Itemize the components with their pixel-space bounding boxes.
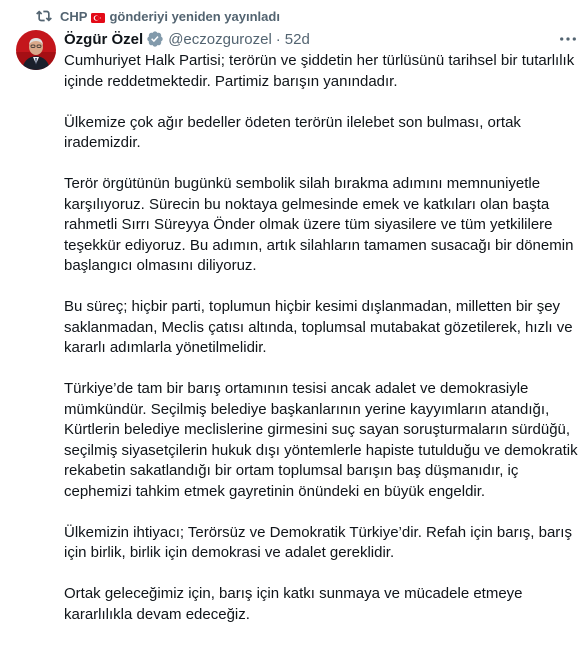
turkey-flag-icon [91, 11, 106, 23]
tweet-header: Özgür Özel @eczozgurozel · 52d [64, 28, 578, 50]
avatar[interactable] [16, 30, 56, 70]
tweet[interactable]: CHP gönderiyi yeniden yayınladı Özgür Öz… [0, 0, 586, 636]
tweet-paragraph: Ülkemizin ihtiyacı; Terörsüz ve Demokrat… [64, 523, 572, 562]
handle[interactable]: @eczozgurozel [168, 31, 272, 48]
repost-account[interactable]: CHP [60, 9, 87, 24]
tweet-content: Özgür Özel @eczozgurozel · 52d Cumhuriye… [64, 28, 578, 646]
tweet-paragraph: Bu süreç; hiçbir parti, toplumun hiçbir … [64, 298, 573, 356]
tweet-text: Cumhuriyet Halk Partisi; terörün ve şidd… [64, 51, 578, 625]
repost-icon [36, 8, 52, 24]
tweet-paragraph: Terör örgütünün bugünkü sembolik silah b… [64, 175, 574, 274]
tweet-paragraph: Ülkemize çok ağır bedeller ödeten terörü… [64, 113, 521, 152]
verified-badge-icon[interactable] [146, 30, 164, 48]
tweet-paragraph: Ortak geleceğimiz için, barış için katkı… [64, 585, 523, 623]
more-options-icon[interactable] [558, 30, 578, 48]
repost-action: gönderiyi yeniden yayınladı [109, 8, 280, 24]
timestamp[interactable]: 52d [285, 31, 310, 48]
tweet-paragraph: Cumhuriyet Halk Partisi; terörün ve şidd… [64, 52, 575, 90]
separator-dot: · [275, 30, 281, 48]
tweet-paragraph: Türkiye’de tam bir barış ortamının tesis… [64, 380, 578, 500]
display-name[interactable]: Özgür Özel [64, 31, 143, 48]
repost-context[interactable]: CHP gönderiyi yeniden yayınladı [36, 7, 280, 25]
